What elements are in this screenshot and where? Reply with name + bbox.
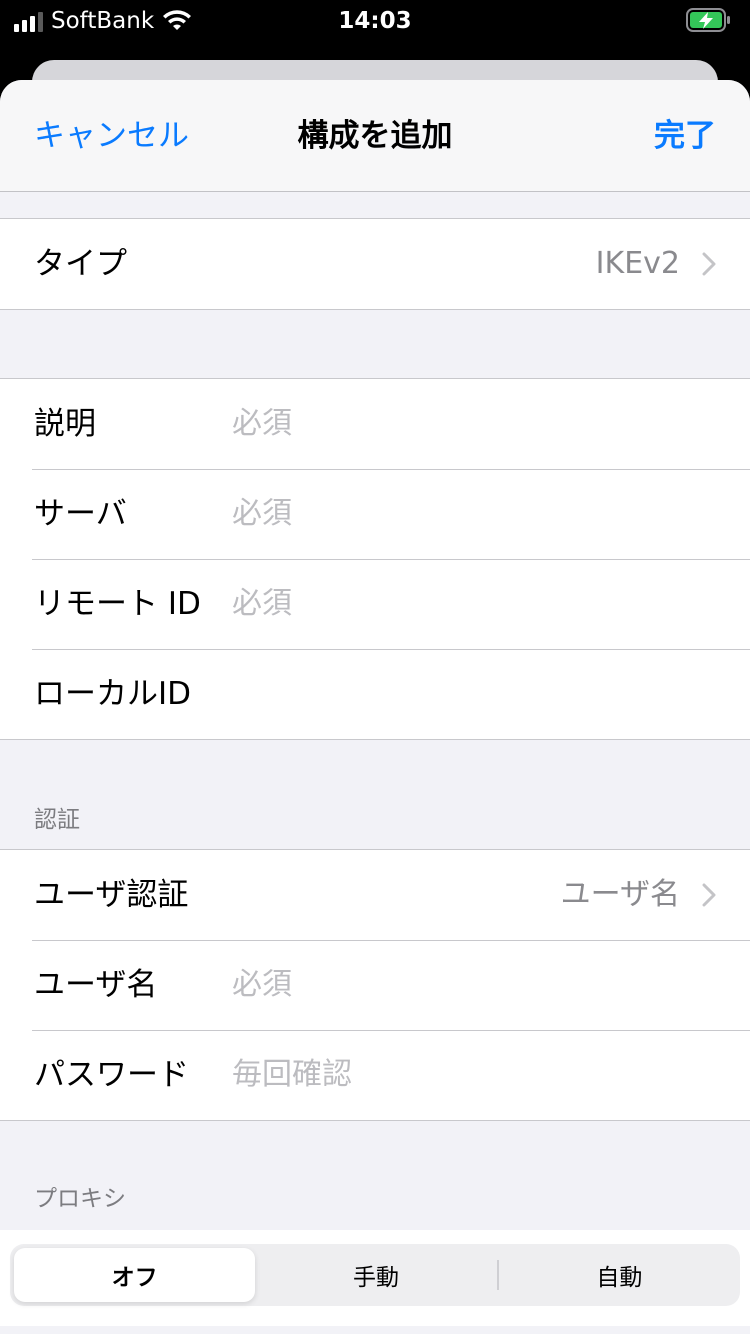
server-row[interactable]: サーバ 必須: [0, 469, 750, 559]
type-value: IKEv2: [595, 246, 680, 281]
server-label: サーバ: [34, 496, 127, 532]
user-auth-value: ユーザ名: [560, 877, 680, 912]
password-input[interactable]: 毎回確認: [232, 1055, 352, 1095]
remote-id-label: リモート ID: [34, 586, 201, 622]
user-auth-row[interactable]: ユーザ認証 ユーザ名: [0, 850, 750, 940]
proxy-section-header: プロキシ: [34, 1186, 126, 1212]
type-label: タイプ: [34, 246, 127, 282]
proxy-control-container: オフ 手動 自動: [0, 1230, 750, 1326]
username-row[interactable]: ユーザ名 必須: [0, 940, 750, 1030]
local-id-label: ローカルID: [34, 676, 192, 712]
auth-group: ユーザ認証 ユーザ名 ユーザ名 必須 パスワード 毎回確認: [0, 849, 750, 1121]
battery-charging-icon: [686, 8, 730, 32]
local-id-row[interactable]: ローカルID: [0, 649, 750, 739]
password-row[interactable]: パスワード 毎回確認: [0, 1030, 750, 1120]
status-bar: SoftBank 14:03: [0, 0, 750, 42]
type-group: タイプ IKEv2: [0, 218, 750, 310]
chevron-right-icon: [702, 883, 716, 907]
description-input[interactable]: 必須: [232, 404, 292, 444]
proxy-segmented-control[interactable]: オフ 手動 自動: [10, 1244, 740, 1306]
description-label: 説明: [34, 406, 96, 442]
remote-id-input[interactable]: 必須: [232, 584, 292, 624]
proxy-option-auto[interactable]: 自動: [499, 1248, 740, 1302]
server-input[interactable]: 必須: [232, 494, 292, 534]
proxy-option-manual[interactable]: 手動: [255, 1248, 496, 1302]
modal-sheet: キャンセル 構成を追加 完了 タイプ IKEv2 説明 必須 サーバ 必須 リモ…: [0, 80, 750, 1334]
connection-group: 説明 必須 サーバ 必須 リモート ID 必須 ローカルID: [0, 378, 750, 740]
proxy-option-off[interactable]: オフ: [14, 1248, 256, 1302]
user-auth-label: ユーザ認証: [34, 877, 189, 913]
type-row[interactable]: タイプ IKEv2: [0, 219, 750, 309]
chevron-right-icon: [702, 252, 716, 276]
description-row[interactable]: 説明 必須: [0, 379, 750, 469]
page-title: 構成を追加: [297, 118, 453, 154]
remote-id-row[interactable]: リモート ID 必須: [0, 559, 750, 649]
username-input[interactable]: 必須: [232, 965, 292, 1005]
password-label: パスワード: [34, 1057, 189, 1093]
username-label: ユーザ名: [34, 967, 158, 1003]
status-time: 14:03: [338, 8, 412, 34]
navigation-bar: キャンセル 構成を追加 完了: [0, 80, 750, 192]
auth-section-header: 認証: [34, 807, 80, 833]
done-button[interactable]: 完了: [654, 116, 716, 156]
